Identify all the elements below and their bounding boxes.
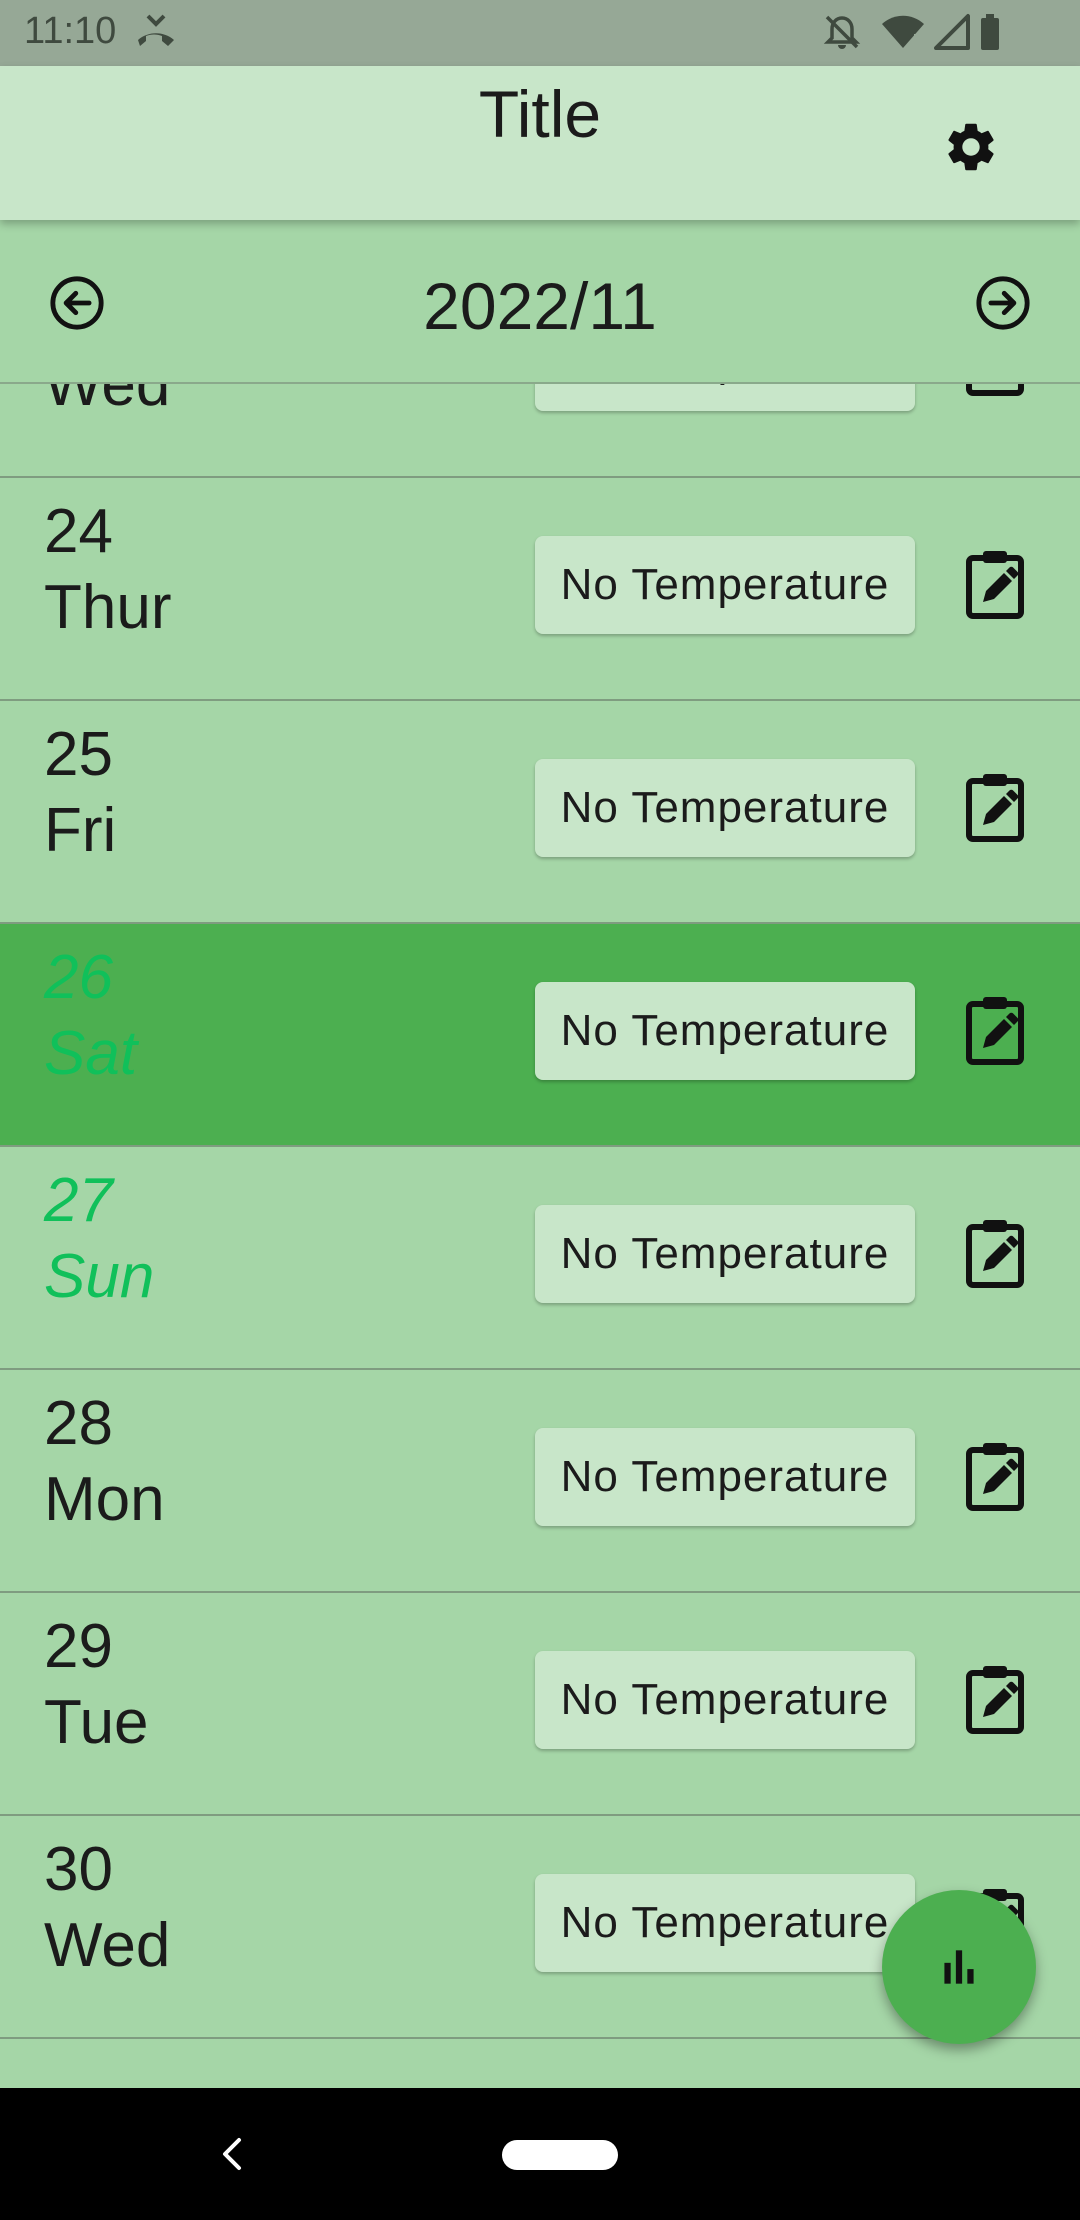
temperature-button[interactable]: No Temperature: [535, 1651, 915, 1749]
clipboard-edit-icon: [963, 1663, 1027, 1740]
temperature-button[interactable]: No Temperature: [535, 759, 915, 857]
day-name: Wed: [44, 1911, 171, 1980]
back-chevron-icon: [223, 2138, 241, 2170]
clipboard-edit-icon: [963, 1217, 1027, 1294]
system-nav-bar: [0, 2088, 1080, 2220]
clipboard-edit-icon: [963, 771, 1027, 848]
day-row[interactable]: 28 Mon No Temperature: [0, 1370, 1080, 1593]
home-button[interactable]: [502, 2140, 618, 2170]
temperature-button[interactable]: No Temperature: [535, 536, 915, 634]
status-bar: 11:10: [0, 0, 1080, 66]
day-number: 26: [44, 943, 113, 1012]
page-title: Title: [478, 77, 602, 151]
day-row[interactable]: 24 Thur No Temperature: [0, 478, 1080, 701]
notifications-off-icon: [822, 12, 862, 52]
statistics-fab-button[interactable]: [882, 1890, 1036, 2044]
day-number: 30: [44, 1835, 113, 1904]
temperature-button[interactable]: No Temperature: [535, 384, 915, 411]
day-number: 27: [44, 1166, 113, 1235]
edit-entry-button[interactable]: [958, 767, 1032, 851]
settings-button[interactable]: [936, 112, 1006, 182]
call-forward-icon: [134, 12, 178, 52]
edit-entry-button[interactable]: [958, 544, 1032, 628]
day-name: Fri: [44, 796, 117, 865]
edit-entry-button[interactable]: [958, 1436, 1032, 1520]
clipboard-edit-icon: [963, 994, 1027, 1071]
day-number: 24: [44, 497, 113, 566]
day-name: Mon: [44, 1465, 165, 1534]
day-list[interactable]: Wed No Temperature 24 Thur No Temperature 25 F…: [0, 384, 1080, 2088]
day-name: Sat: [44, 1019, 138, 1088]
day-number: 28: [44, 1389, 113, 1458]
clipboard-edit-icon: [963, 384, 1027, 402]
day-name: Thur: [44, 573, 172, 642]
back-button[interactable]: [200, 2122, 264, 2186]
edit-entry-button[interactable]: [958, 1659, 1032, 1743]
arrow-right-circle-icon: [976, 276, 1030, 330]
day-name: Wed: [44, 384, 171, 419]
status-time: 11:10: [24, 10, 117, 52]
clipboard-edit-icon: [963, 1440, 1027, 1517]
day-name: Tue: [44, 1688, 149, 1757]
month-header: 2022/11: [0, 220, 1080, 384]
day-row[interactable]: 25 Fri No Temperature: [0, 701, 1080, 924]
day-row[interactable]: 27 Sun No Temperature: [0, 1147, 1080, 1370]
edit-entry-button[interactable]: [958, 384, 1032, 405]
edit-entry-button[interactable]: [958, 990, 1032, 1074]
temperature-button[interactable]: No Temperature: [535, 1428, 915, 1526]
temperature-button[interactable]: No Temperature: [535, 1874, 915, 1972]
day-row[interactable]: 29 Tue No Temperature: [0, 1593, 1080, 1816]
temperature-button[interactable]: No Temperature: [535, 982, 915, 1080]
edit-entry-button[interactable]: [958, 1213, 1032, 1297]
day-number: 29: [44, 1612, 113, 1681]
battery-icon: [978, 12, 1002, 52]
day-row[interactable]: 26 Sat No Temperature: [0, 924, 1080, 1147]
signal-icon: [932, 12, 972, 52]
clipboard-edit-icon: [963, 548, 1027, 625]
bar-chart-icon: [944, 1950, 974, 1984]
app-bar: Title: [0, 66, 1080, 220]
temperature-button[interactable]: No Temperature: [535, 1205, 915, 1303]
wifi-icon: [880, 12, 926, 52]
day-name: Sun: [44, 1242, 155, 1311]
day-row[interactable]: Wed No Temperature: [0, 384, 1080, 478]
day-number: 25: [44, 720, 113, 789]
next-month-button[interactable]: [972, 272, 1034, 334]
gear-icon: [948, 123, 994, 171]
month-label: 2022/11: [423, 269, 657, 343]
